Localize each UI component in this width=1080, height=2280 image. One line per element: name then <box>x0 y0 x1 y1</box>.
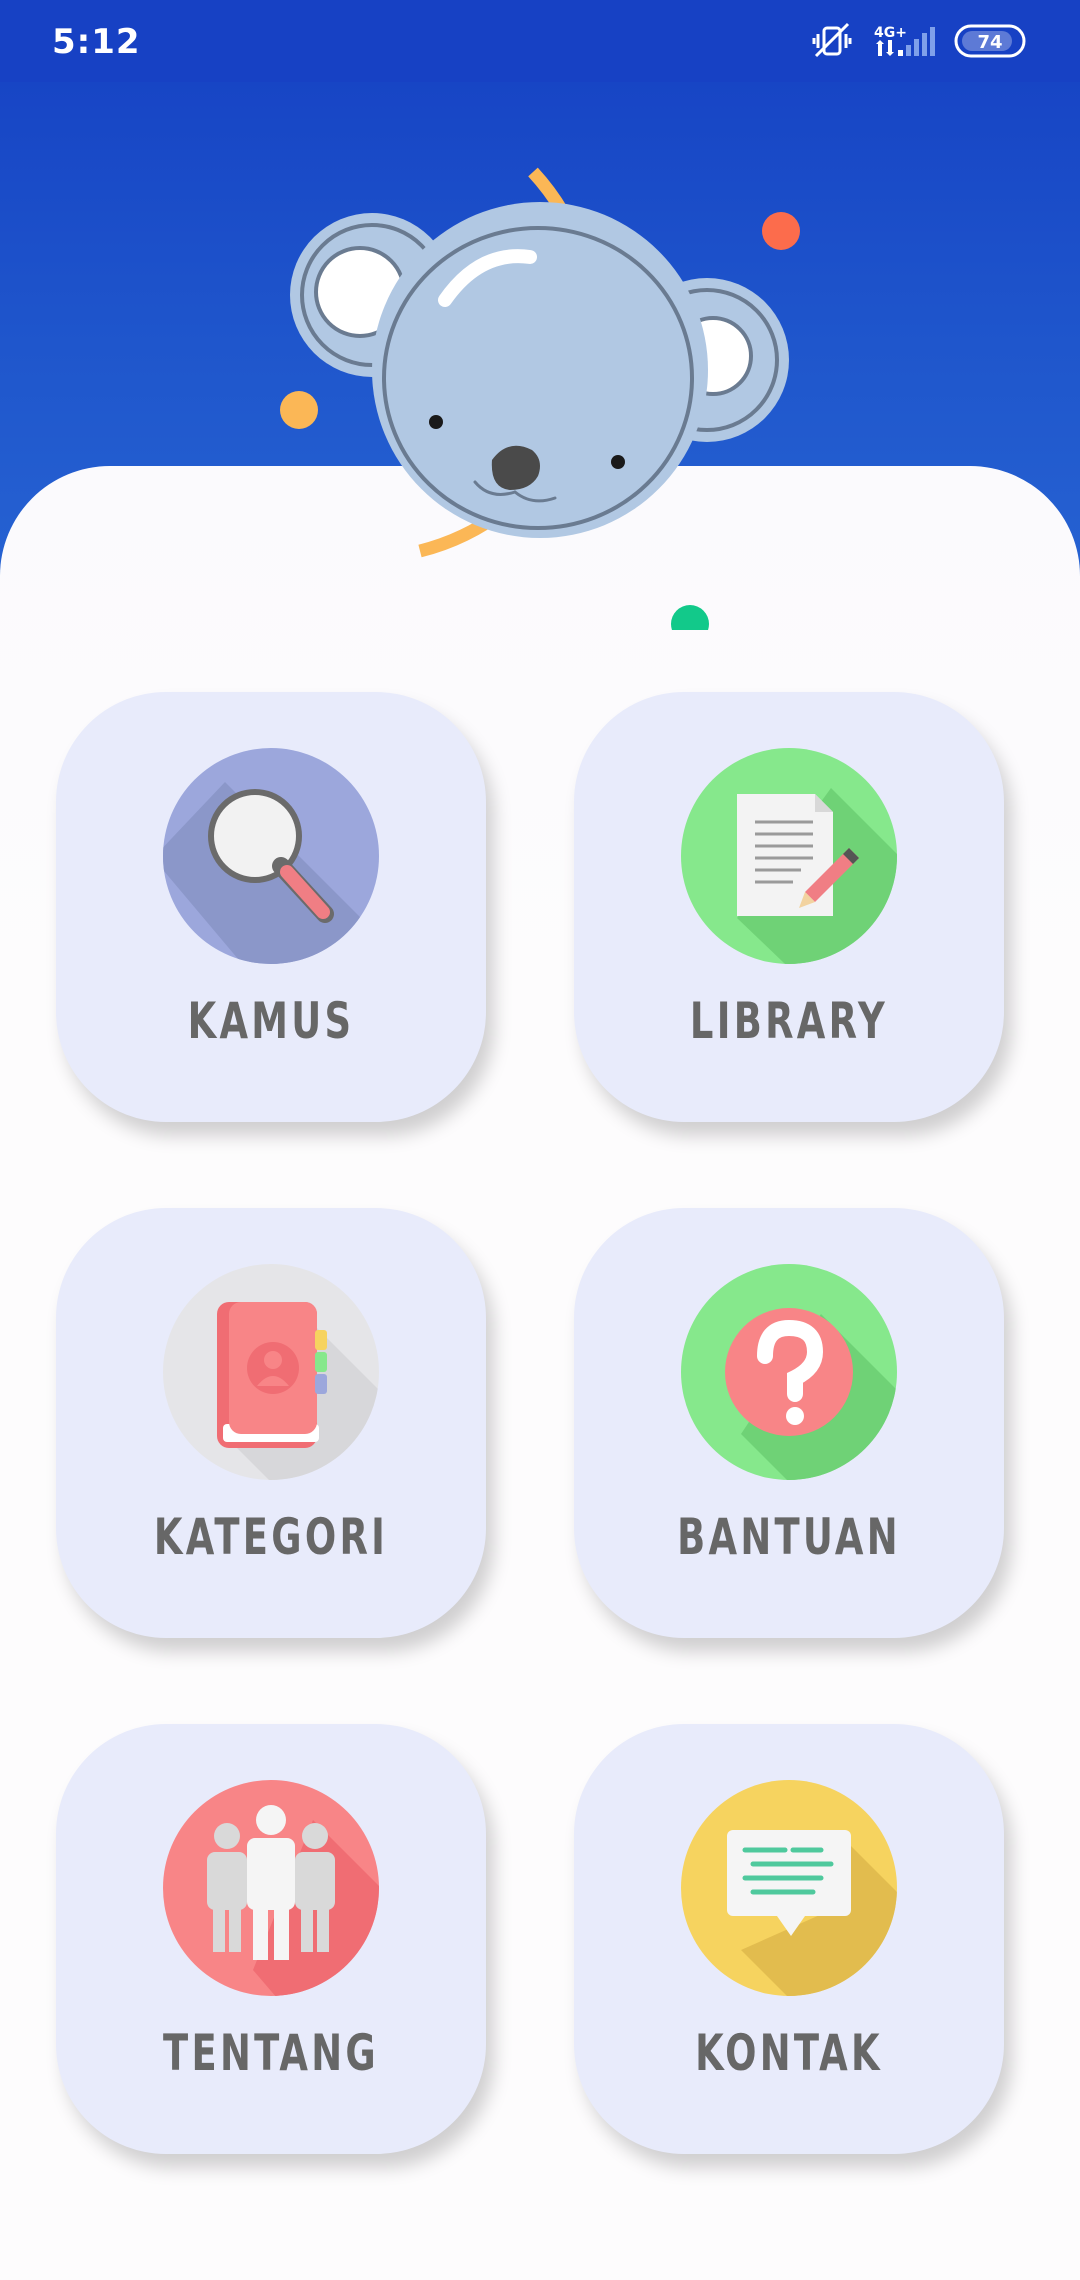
data-arrows-icon <box>876 40 894 56</box>
menu-tile-library[interactable]: LIBRARY <box>574 692 1004 1122</box>
koala-mascot-icon <box>280 167 800 630</box>
menu-tile-label: BANTUAN <box>677 1508 901 1566</box>
network-type: 4G+ <box>874 25 907 41</box>
menu-tile-label: KONTAK <box>695 2024 883 2082</box>
status-icons: 4G+ 74 <box>812 20 1032 64</box>
menu-tile-kategori[interactable]: KATEGORI <box>56 1208 486 1638</box>
status-bar: 5:12 4G+ 74 <box>0 0 1080 83</box>
contact-book-icon <box>163 1264 379 1480</box>
help-icon <box>681 1264 897 1480</box>
decor-dot-orange <box>762 212 800 250</box>
menu-tile-bantuan[interactable]: BANTUAN <box>574 1208 1004 1638</box>
menu-tile-kontak[interactable]: KONTAK <box>574 1724 1004 2154</box>
search-icon <box>163 748 379 964</box>
people-icon <box>163 1780 379 1996</box>
decor-dot-yellow <box>280 391 318 429</box>
decor-dot-green <box>671 605 709 630</box>
status-time: 5:12 <box>52 22 141 62</box>
menu-tile-label: KAMUS <box>187 992 355 1050</box>
menu-tile-label: LIBRARY <box>689 992 889 1050</box>
menu-tile-kamus[interactable]: KAMUS <box>56 692 486 1122</box>
document-edit-icon <box>681 748 897 964</box>
menu-tile-tentang[interactable]: TENTANG <box>56 1724 486 2154</box>
menu-tile-label: TENTANG <box>163 2024 379 2082</box>
vibrate-icon <box>812 22 852 58</box>
menu-tile-label: KATEGORI <box>153 1508 389 1566</box>
battery-level: 74 <box>977 32 1002 53</box>
chat-icon <box>681 1780 897 1996</box>
